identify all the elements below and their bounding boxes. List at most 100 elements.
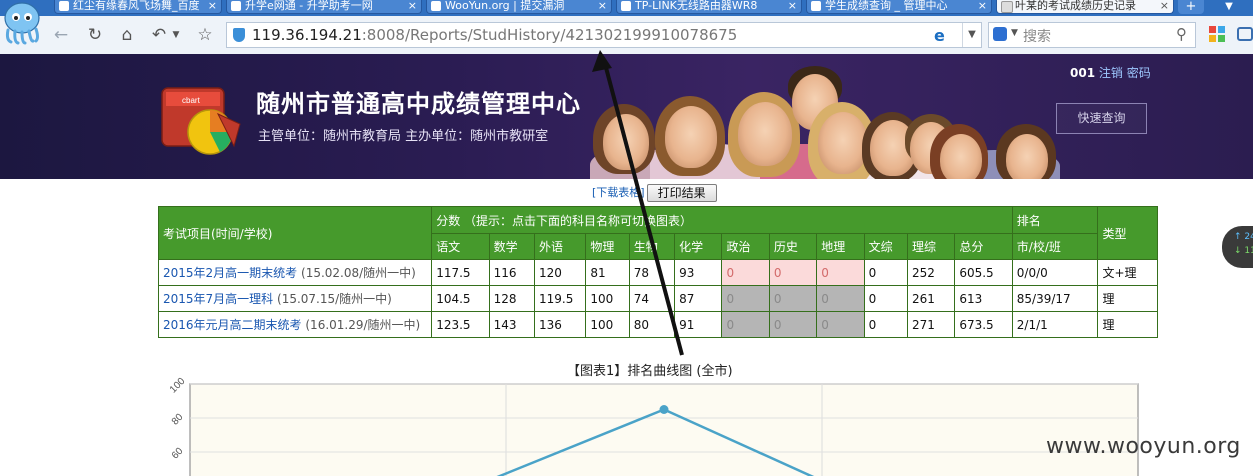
score-cell: 261 bbox=[906, 285, 956, 312]
tab-label: TP-LINK无线路由器WR8 bbox=[635, 0, 758, 12]
score-cell: 0 bbox=[768, 285, 818, 312]
score-cell: 673.5 bbox=[954, 311, 1013, 338]
exam-link[interactable]: 2015年2月高一期末统考 bbox=[163, 266, 297, 280]
back-arrow-icon[interactable]: ← bbox=[50, 24, 72, 46]
exam-cell: 2015年2月高一期末统考 (15.02.08/随州一中) bbox=[157, 259, 433, 286]
y-tick-label: 60 bbox=[170, 446, 186, 462]
search-engine-icon[interactable] bbox=[993, 27, 1007, 41]
download-speed: ↓ 11 bbox=[1234, 246, 1253, 256]
score-cell: 0 bbox=[816, 311, 865, 338]
score-cell: 78 bbox=[628, 259, 676, 286]
logout-link[interactable]: 注销 bbox=[1099, 66, 1123, 80]
subject-header-geography[interactable]: 地理 bbox=[816, 233, 865, 260]
security-shield-icon bbox=[233, 28, 245, 42]
apps-grid-icon[interactable] bbox=[1208, 25, 1226, 43]
score-cell: 0 bbox=[816, 259, 865, 286]
subject-header-liberal-arts[interactable]: 文综 bbox=[863, 233, 908, 260]
close-icon[interactable]: × bbox=[208, 0, 217, 12]
site-logo: cbart bbox=[161, 87, 241, 155]
ie-mode-icon[interactable]: e bbox=[934, 26, 945, 45]
subject-header-history[interactable]: 历史 bbox=[768, 233, 818, 260]
extension-icon[interactable] bbox=[1236, 25, 1253, 43]
new-tab-button[interactable]: + bbox=[1178, 0, 1204, 14]
favorite-star-icon[interactable]: ☆ bbox=[194, 24, 216, 46]
type-cell: 理 bbox=[1097, 311, 1158, 338]
download-table-link[interactable]: [下载表格] bbox=[592, 186, 645, 199]
tab-list-icon[interactable]: ▼ bbox=[1214, 0, 1244, 14]
exam-cell: 2015年7月高一理科 (15.07.15/随州一中) bbox=[157, 285, 433, 312]
score-cell: 117.5 bbox=[431, 259, 490, 286]
address-bar[interactable]: 119.36.194.21:8008/Reports/StudHistory/4… bbox=[226, 22, 982, 48]
url-path: :8008/Reports/StudHistory/42130219991007… bbox=[361, 26, 738, 44]
tab-label: 红尘有缘春风飞场舞_百度 bbox=[73, 0, 200, 12]
score-cell: 0 bbox=[768, 311, 818, 338]
close-icon[interactable]: × bbox=[788, 0, 797, 12]
score-cell: 613 bbox=[954, 285, 1013, 312]
subject-header-chinese[interactable]: 语文 bbox=[431, 233, 490, 260]
close-icon[interactable]: × bbox=[978, 0, 987, 12]
subject-header-science[interactable]: 理综 bbox=[906, 233, 956, 260]
browser-tab-strip: 红尘有缘春风飞场舞_百度 × 升学e网通 - 升学助考一网 × WooYun.org… bbox=[0, 0, 1253, 16]
score-cell: 87 bbox=[674, 285, 723, 312]
subject-header-physics[interactable]: 物理 bbox=[585, 233, 630, 260]
score-cell: 120 bbox=[533, 259, 587, 286]
data-point[interactable] bbox=[659, 405, 669, 414]
close-icon[interactable]: × bbox=[1160, 0, 1169, 12]
score-cell: 119.5 bbox=[533, 285, 587, 312]
score-cell: 104.5 bbox=[431, 285, 490, 312]
browser-tab[interactable]: 升学e网通 - 升学助考一网 × bbox=[226, 0, 422, 14]
subject-header-politics[interactable]: 政治 bbox=[721, 233, 770, 260]
search-box[interactable]: ▼ 搜索 ⚲ bbox=[988, 22, 1196, 48]
browser-tab[interactable]: WooYun.org | 提交漏洞 × bbox=[426, 0, 612, 14]
tab-label: 升学e网通 - 升学助考一网 bbox=[245, 0, 373, 12]
subject-header-chemistry[interactable]: 化学 bbox=[674, 233, 723, 260]
subject-header-biology[interactable]: 生物 bbox=[628, 233, 676, 260]
network-speed-widget[interactable]: ↑ 24 ↓ 11 bbox=[1222, 226, 1253, 268]
close-icon[interactable]: × bbox=[408, 0, 417, 12]
search-input[interactable]: 搜索 bbox=[1023, 26, 1051, 46]
refresh-icon[interactable]: ↻ bbox=[84, 24, 106, 46]
site-title: 随州市普通高中成绩管理中心 bbox=[256, 90, 581, 118]
score-cell: 100 bbox=[585, 285, 630, 312]
subject-header-total[interactable]: 总分 bbox=[954, 233, 1013, 260]
score-cell: 271 bbox=[906, 311, 956, 338]
url-host: 119.36.194.21 bbox=[252, 26, 362, 44]
subject-header-english[interactable]: 外语 bbox=[533, 233, 587, 260]
browser-tab[interactable]: 红尘有缘春风飞场舞_百度 × bbox=[54, 0, 222, 14]
browser-tab[interactable]: 学生成绩查询 _ 管理中心 × bbox=[806, 0, 992, 14]
browser-tab-active[interactable]: 叶某的考试成绩历史记录 × bbox=[996, 0, 1174, 14]
subject-header-math[interactable]: 数学 bbox=[488, 233, 536, 260]
logo-text: cbart bbox=[182, 96, 201, 105]
tab-favicon-icon bbox=[431, 1, 441, 11]
chevron-down-icon[interactable]: ▼ bbox=[1011, 28, 1018, 38]
browser-tab[interactable]: TP-LINK无线路由器WR8 × bbox=[616, 0, 802, 14]
user-area: 001 注销 密码 bbox=[1070, 64, 1151, 81]
exam-column-header: 考试项目(时间/学校) bbox=[157, 206, 433, 260]
address-url[interactable]: 119.36.194.21:8008/Reports/StudHistory/4… bbox=[252, 26, 737, 44]
quick-query-button[interactable]: 快速查询 bbox=[1056, 103, 1147, 134]
exam-meta: (16.01.29/随州一中) bbox=[305, 318, 421, 332]
undo-dropdown-icon[interactable]: ▼ bbox=[170, 24, 182, 46]
exam-meta: (15.07.15/随州一中) bbox=[277, 292, 392, 306]
close-icon[interactable]: × bbox=[598, 0, 607, 12]
address-dropdown-icon[interactable]: ▼ bbox=[962, 23, 981, 47]
score-cell: 128 bbox=[488, 285, 536, 312]
browser-mascot-icon bbox=[4, 2, 40, 45]
table-actions: [下载表格] 打印结果 bbox=[592, 184, 717, 202]
score-cell: 74 bbox=[628, 285, 676, 312]
home-icon[interactable]: ⌂ bbox=[116, 24, 138, 46]
print-button[interactable]: 打印结果 bbox=[646, 184, 717, 202]
password-link[interactable]: 密码 bbox=[1127, 66, 1151, 80]
score-cell: 0 bbox=[721, 311, 770, 338]
score-cell: 0 bbox=[768, 259, 818, 286]
exam-link[interactable]: 2015年7月高一理科 bbox=[163, 292, 273, 306]
search-icon[interactable]: ⚲ bbox=[1176, 25, 1187, 43]
score-cell: 0 bbox=[863, 285, 908, 312]
undo-icon[interactable]: ↶ bbox=[148, 24, 170, 46]
user-id: 001 bbox=[1070, 66, 1096, 80]
exam-link[interactable]: 2016年元月高二期末统考 bbox=[163, 318, 302, 332]
rank-cell: 0/0/0 bbox=[1011, 259, 1099, 286]
score-cell: 0 bbox=[721, 259, 770, 286]
score-history-table: 考试项目(时间/学校) 分数 （提示：点击下面的科目名称可切换图表） 排名 类型… bbox=[157, 206, 1158, 338]
type-column-header: 类型 bbox=[1097, 206, 1158, 260]
